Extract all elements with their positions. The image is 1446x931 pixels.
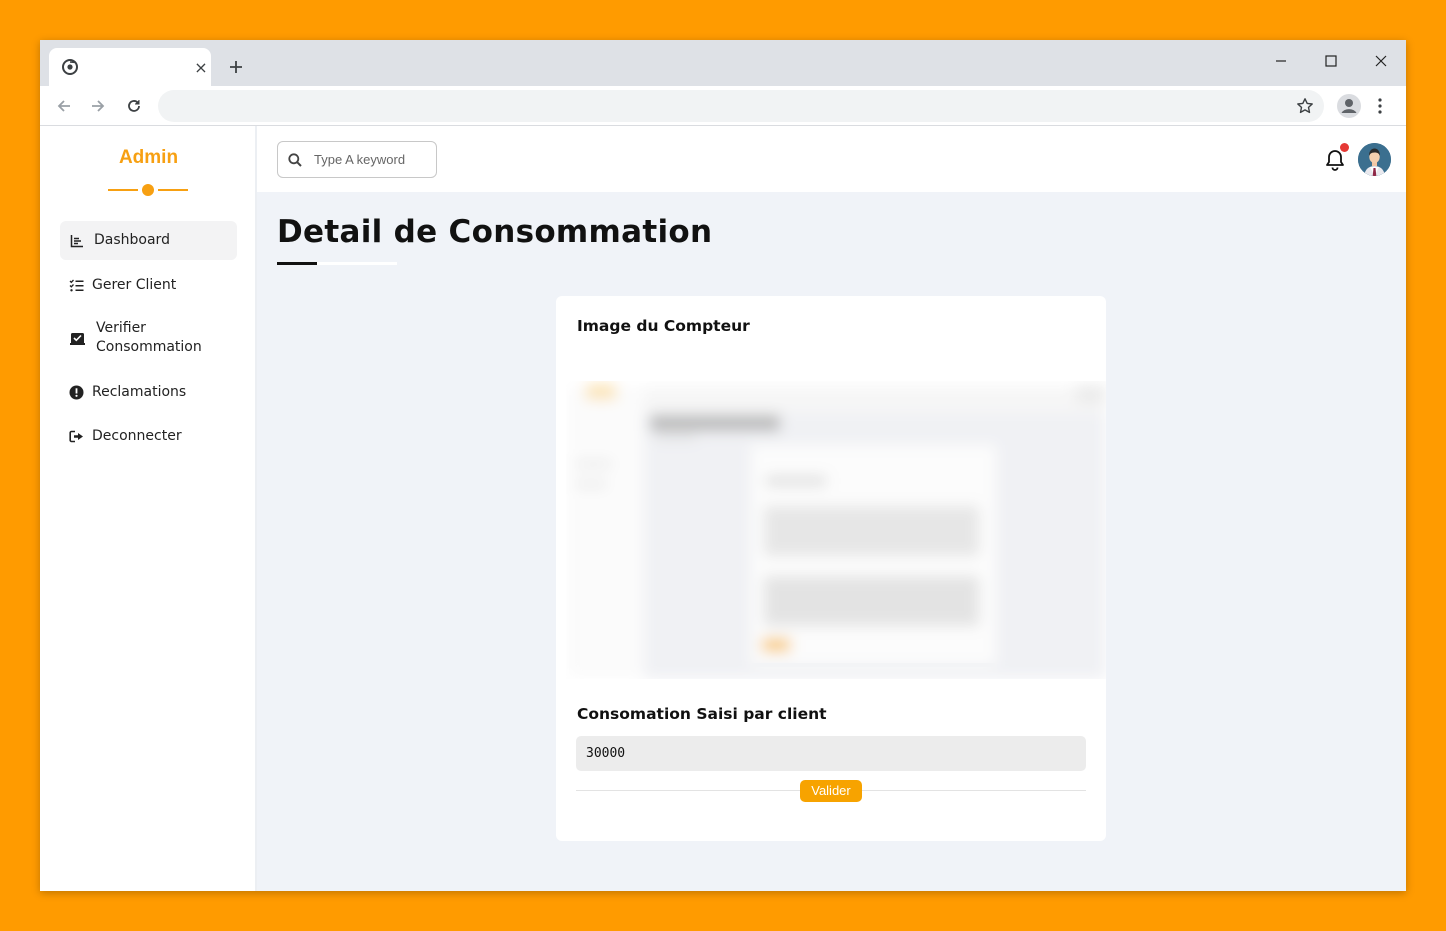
consumption-label: Consomation Saisi par client: [577, 705, 827, 723]
brand-divider: [108, 184, 188, 196]
sidebar-item-label: Dashboard: [94, 232, 170, 248]
sidebar-item-dashboard[interactable]: Dashboard: [60, 221, 237, 260]
back-icon[interactable]: [50, 92, 78, 120]
chart-icon: [69, 233, 85, 249]
browser-tab[interactable]: ×: [49, 48, 211, 86]
consumption-card: Image du Compteur Consomation Saisi par …: [556, 296, 1106, 841]
maximize-icon[interactable]: [1308, 46, 1354, 76]
new-tab-icon[interactable]: [224, 55, 248, 79]
sidebar-item-label: Verifier Consommation: [96, 320, 202, 355]
avatar[interactable]: [1358, 143, 1391, 176]
page: Admin Dashboard Gerer Client Verifier Co…: [40, 126, 1406, 891]
exclamation-circle-icon: [68, 384, 84, 400]
browser-menu-icon[interactable]: [1370, 92, 1390, 120]
check-box-icon: [69, 330, 85, 346]
notification-badge: [1340, 143, 1349, 152]
reload-icon[interactable]: [120, 92, 148, 120]
sign-out-icon: [68, 428, 84, 444]
browser-titlebar: ×: [40, 40, 1406, 86]
sidebar-item-label: Gerer Client: [92, 276, 177, 293]
search-placeholder: Type A keyword: [314, 152, 406, 167]
page-title: Detail de Consommation: [277, 214, 713, 250]
sidebar-item-label: Reclamations: [92, 383, 187, 400]
close-window-icon[interactable]: [1358, 46, 1404, 76]
sidebar-item-deconnecter[interactable]: Deconnecter: [60, 426, 237, 446]
meter-image: [566, 381, 1106, 679]
brand-title: Admin: [118, 147, 179, 168]
search-icon: [288, 153, 302, 167]
sidebar: Admin Dashboard Gerer Client Verifier Co…: [40, 126, 257, 891]
minimize-icon[interactable]: [1258, 46, 1304, 76]
sidebar-item-verifier-consommation[interactable]: Verifier Consommation: [60, 318, 237, 358]
bookmark-star-icon[interactable]: [1296, 97, 1314, 115]
title-underline-light: [317, 262, 397, 265]
valider-button[interactable]: Valider: [800, 780, 862, 802]
tab-close-icon[interactable]: ×: [189, 55, 213, 79]
forward-icon[interactable]: [84, 92, 112, 120]
chrome-icon: [62, 59, 78, 75]
profile-icon[interactable]: [1336, 93, 1362, 119]
sidebar-item-reclamations[interactable]: Reclamations: [60, 382, 237, 402]
consumption-input[interactable]: [576, 736, 1086, 771]
sidebar-item-gerer-client[interactable]: Gerer Client: [60, 275, 237, 295]
search-input[interactable]: Type A keyword: [277, 141, 437, 178]
browser-window: × Admin Dashboard Gerer Client Verifier …: [40, 40, 1406, 891]
sidebar-item-label: Deconnecter: [92, 427, 182, 444]
browser-toolbar: [40, 86, 1406, 126]
tasks-icon: [68, 277, 84, 293]
title-underline: [277, 262, 317, 265]
image-heading: Image du Compteur: [577, 317, 750, 335]
address-bar[interactable]: [158, 90, 1324, 122]
top-header: Type A keyword: [257, 126, 1406, 192]
